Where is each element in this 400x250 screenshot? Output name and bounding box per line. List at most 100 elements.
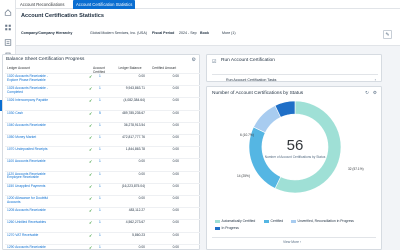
table-row[interactable]: 1030 Cash ✓ 5 489,785,235.67 0.00 (5, 109, 200, 122)
ledger-account-link[interactable]: 1070 Undeposited Receipts (7, 147, 57, 152)
table-row[interactable]: 1200 Allowance for Doubtful Accounts ✓ 1 0.… (5, 195, 200, 207)
filter-period-label: Fiscal Period (152, 31, 175, 35)
certified-count-link[interactable]: 1 (99, 147, 101, 152)
filter-hierarchy-value: Global Modern Services, Inc. (USA) (90, 31, 147, 35)
certified-amount-value: 0.00 (172, 147, 179, 152)
ledger-balance-value: 0.00 (138, 171, 145, 176)
filter-book[interactable]: Book (200, 31, 209, 35)
ledger-balance-value: 0.00 (138, 74, 145, 78)
certified-amount-value: 0.00 (172, 208, 179, 213)
table-row[interactable]: 1150 Unapplied Payments ✓ 1 (16,223,875.04)… (5, 182, 200, 195)
checkmark-icon: ✓ (89, 86, 93, 92)
certified-count-link[interactable]: 1 (99, 245, 101, 250)
ledger-account-link[interactable]: 1290 Accounts Receivable (7, 245, 57, 250)
table-row[interactable]: 1040 Accounts Receivable ✓ 1 36,278,913.54 0… (5, 121, 200, 134)
ledger-account-link[interactable]: 1100 Accounts Receivable (7, 160, 57, 164)
ledger-account-link[interactable]: 1150 Unapplied Payments (7, 184, 57, 189)
checkmark-icon: ✓ (89, 98, 93, 104)
checkmark-icon: ✓ (89, 232, 93, 238)
legend-in-progress[interactable]: In Progress (215, 226, 239, 230)
ledger-account-link[interactable]: 1030 Cash (7, 111, 57, 116)
ledger-account-link[interactable]: 1200 Allowance for Doubtful Accounts (7, 196, 57, 204)
edit-filters-button[interactable]: ✎ (383, 30, 392, 39)
checkmark-icon: ✓ (89, 110, 93, 116)
table-row[interactable]: 1026 Intercompany Payable ✓ 1 (4,082,384.64… (5, 97, 200, 109)
certified-amount-value: 0.00 (172, 220, 179, 225)
legend-certified[interactable]: Certified (264, 219, 283, 223)
certified-count-link[interactable]: 1 (99, 233, 101, 238)
filter-more[interactable]: More (1) (222, 31, 236, 35)
table-row[interactable]: 1100 Accounts Receivable ✓ 1 0.00 0.00 (5, 158, 200, 170)
home-icon[interactable] (4, 9, 12, 16)
certified-amount-value: 0.00 (172, 159, 179, 164)
table-row[interactable]: 1270 VAT Receivable ✓ 1 5,860.23 0.00 (5, 231, 200, 244)
ledger-account-link[interactable]: 1020 Accounts Receivable - Explore Phase… (7, 74, 57, 82)
certified-count-link[interactable]: 1 (99, 172, 101, 177)
certified-count-link[interactable]: 1 (99, 208, 101, 213)
donut-slice-unverified-reconciliation-in-progress[interactable] (253, 105, 282, 134)
table-row[interactable]: 1020 Accounts Receivable - Explore Phase… (5, 73, 200, 85)
table-row[interactable]: 1205 Accounts Receivable ✓ 1 483,112.27 0.00 (5, 207, 200, 219)
certified-count-link[interactable]: 5 (99, 111, 101, 116)
certified-count-link[interactable]: 1 (99, 86, 101, 91)
filter-period[interactable]: Fiscal Period (152, 31, 174, 35)
tab-bar: Account Reconciliations Account Certific… (16, 0, 400, 9)
balance-sheet-panel: Balance Sheet Certification Progress ⚙ L… (2, 54, 200, 250)
filter-hierarchy-label: Company/Company Hierarchy (21, 31, 73, 35)
certified-count-link[interactable]: 1 (99, 74, 101, 79)
list-icon[interactable] (4, 39, 12, 46)
run-certification-button[interactable]: Run Account Certification Tasks › (212, 74, 378, 85)
legend-label: Certified (270, 219, 284, 223)
legend-automatically-certified[interactable]: Automatically Certified (215, 219, 255, 223)
ledger-balance-value: 472,817,777.76 (122, 135, 145, 139)
col-certified-amount[interactable]: Certified Amount (149, 66, 179, 71)
certified-count-link[interactable]: 1 (99, 123, 101, 128)
checkmark-icon: ✓ (89, 135, 93, 140)
legend-unverified[interactable]: Unverified, Reconciliation in Progress (291, 219, 354, 223)
table-row[interactable]: 1070 Undeposited Receipts ✓ 1 1,844,863.78 0… (5, 146, 200, 158)
ledger-account-link[interactable]: 1120 Accounts Receivable Employee Receiv… (7, 172, 57, 180)
app-root: Account Reconciliations Account Certific… (0, 0, 400, 250)
certified-count-link[interactable]: 1 (99, 196, 101, 201)
legend-swatch (215, 226, 220, 230)
checkmark-icon: ✓ (89, 122, 93, 128)
ledger-account-link[interactable]: 1270 VAT Receivable (7, 233, 57, 238)
view-more-link[interactable]: View More › (283, 240, 301, 244)
tab-account-certification-statistics[interactable]: Account Certification Statistics (73, 0, 136, 9)
certified-count-link[interactable]: 1 (99, 99, 101, 103)
ledger-account-link[interactable]: 1260 Unbilled Receivables (7, 221, 57, 225)
ledger-balance-value: 489,785,235.67 (122, 110, 145, 115)
checkmark-icon: ✓ (89, 159, 93, 165)
table-row[interactable]: 1290 Accounts Receivable ✓ 1 0.00 0.00 (5, 243, 200, 250)
settings-icon[interactable]: ⚙ (373, 90, 377, 96)
certified-count-link[interactable]: 1 (99, 221, 101, 225)
filter-hierarchy[interactable]: Company/Company Hierarchy (21, 31, 72, 35)
refresh-icon[interactable]: ↻ (365, 90, 369, 96)
checkmark-icon: ✓ (89, 147, 93, 153)
ledger-account-link[interactable]: 1025 Accounts Receivable - Completed (7, 86, 57, 94)
certified-count-link[interactable]: 1 (99, 135, 101, 140)
run-certification-panel: ☑ Run Account Certification Run Account … (206, 54, 382, 82)
ledger-account-link[interactable]: 1040 Accounts Receivable (7, 123, 57, 128)
filter-period-value: 2024 - Sep (179, 31, 197, 35)
tab-account-reconciliations[interactable]: Account Reconciliations (17, 0, 67, 9)
col-ledger-account[interactable]: Ledger Account (7, 66, 47, 71)
slice-label-certified: 14 (25%) (237, 174, 250, 178)
table-row[interactable]: 1260 Unbilled Receivables ✓ 1 4,562,273.67 0… (5, 219, 200, 231)
checkmark-icon: ✓ (89, 74, 93, 79)
ledger-balance-value: 0.00 (138, 159, 145, 164)
donut-chart (248, 100, 342, 194)
col-ledger-balance[interactable]: Ledger Balance (115, 66, 145, 71)
settings-icon[interactable]: ⚙ (192, 57, 196, 63)
run-certification-title: Run Account Certification (221, 58, 275, 63)
grid-icon[interactable] (4, 24, 12, 31)
table-row[interactable]: 1025 Accounts Receivable - Completed ✓ 1 9,… (5, 85, 200, 97)
certified-count-link[interactable]: 1 (99, 184, 101, 189)
certified-amount-value: 0.00 (172, 74, 179, 78)
ledger-account-link[interactable]: 1050 Money Market (7, 135, 57, 140)
ledger-account-link[interactable]: 1026 Intercompany Payable (7, 99, 57, 103)
table-row[interactable]: 1120 Accounts Receivable Employee Receiv… (5, 170, 200, 183)
ledger-account-link[interactable]: 1205 Accounts Receivable (7, 208, 57, 213)
table-row[interactable]: 1050 Money Market ✓ 1 472,817,777.76 0.00 (5, 134, 200, 146)
certified-count-link[interactable]: 1 (99, 160, 101, 164)
